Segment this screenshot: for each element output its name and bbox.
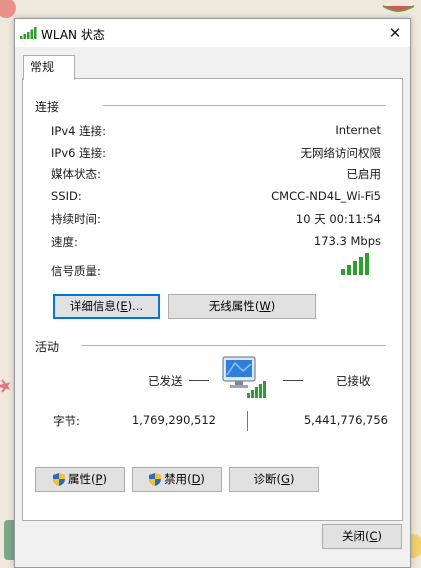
connection-group-label: 连接 bbox=[35, 100, 60, 114]
received-label: 已接收 bbox=[336, 374, 371, 388]
duration-label: 持续时间: bbox=[51, 212, 101, 226]
speed-value: 173.3 Mbps bbox=[313, 234, 381, 248]
wlan-status-dialog: WLAN 状态 ✕ 常规 连接 IPv4 连接: Internet IPv6 连… bbox=[14, 18, 411, 568]
signal-quality-label: 信号质量: bbox=[51, 264, 101, 278]
close-button[interactable]: 关闭(C) bbox=[322, 524, 402, 549]
bytes-separator bbox=[247, 411, 248, 431]
bytes-received-value: 5,441,776,756 bbox=[303, 413, 388, 427]
ipv6-label: IPv6 连接: bbox=[51, 146, 106, 160]
details-button-accel: E bbox=[120, 299, 128, 313]
received-connector-line bbox=[283, 380, 303, 381]
uac-shield-icon bbox=[53, 473, 66, 486]
title-bar: WLAN 状态 ✕ bbox=[15, 19, 410, 47]
tab-general[interactable]: 常规 bbox=[23, 55, 75, 80]
activity-group-label: 活动 bbox=[35, 340, 60, 354]
signal-strength-icon bbox=[341, 253, 369, 275]
wifi-signal-icon bbox=[20, 27, 37, 39]
duration-value: 10 天 00:11:54 bbox=[295, 212, 381, 226]
details-button[interactable]: 详细信息(E)... bbox=[53, 294, 160, 319]
wireless-properties-button[interactable]: 无线属性(W) bbox=[168, 294, 316, 319]
disable-button-text: 禁用 bbox=[164, 472, 188, 486]
tab-panel-general: 连接 IPv4 连接: Internet IPv6 连接: 无网络访问权限 媒体… bbox=[22, 78, 403, 521]
speed-label: 速度: bbox=[51, 235, 78, 249]
network-computer-icon bbox=[222, 356, 266, 398]
diagnose-button-text: 诊断 bbox=[253, 472, 277, 486]
close-button-text: 关闭 bbox=[341, 529, 365, 543]
diagnose-button[interactable]: 诊断(G) bbox=[229, 467, 319, 492]
properties-button[interactable]: 属性(P) bbox=[35, 467, 125, 492]
ipv4-label: IPv4 连接: bbox=[51, 124, 106, 138]
close-icon[interactable]: ✕ bbox=[380, 19, 410, 47]
close-button-accel: C bbox=[369, 529, 378, 543]
ipv6-value: 无网络访问权限 bbox=[300, 146, 382, 160]
details-button-suffix: ... bbox=[132, 299, 144, 313]
details-button-text: 详细信息 bbox=[69, 299, 116, 313]
disable-button-accel: D bbox=[191, 472, 201, 486]
wireless-properties-button-text: 无线属性 bbox=[208, 299, 255, 313]
connection-group-divider bbox=[103, 105, 386, 106]
window-title: WLAN 状态 bbox=[41, 28, 105, 42]
diagnose-button-accel: G bbox=[281, 472, 290, 486]
media-state-label: 媒体状态: bbox=[51, 167, 101, 181]
uac-shield-icon bbox=[149, 473, 162, 486]
ssid-value: CMCC-ND4L_Wi-Fi5 bbox=[271, 189, 381, 203]
bytes-label: 字节: bbox=[53, 414, 80, 428]
activity-group-divider bbox=[81, 345, 386, 346]
properties-button-text: 属性 bbox=[68, 472, 92, 486]
ssid-label: SSID: bbox=[51, 189, 82, 203]
media-state-value: 已启用 bbox=[346, 167, 382, 181]
sent-connector-line bbox=[189, 380, 209, 381]
ipv4-value: Internet bbox=[335, 123, 381, 137]
disable-button[interactable]: 禁用(D) bbox=[132, 467, 222, 492]
sent-label: 已发送 bbox=[148, 374, 183, 388]
bytes-sent-value: 1,769,290,512 bbox=[131, 413, 216, 427]
properties-button-accel: P bbox=[95, 472, 103, 486]
wireless-properties-button-accel: W bbox=[259, 299, 271, 313]
